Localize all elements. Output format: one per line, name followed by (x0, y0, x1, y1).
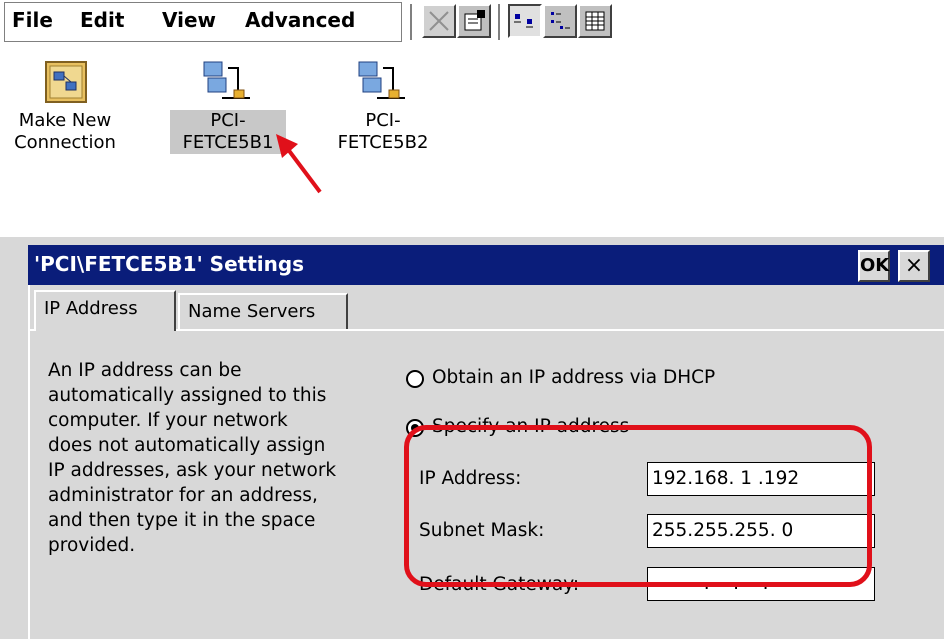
details-button[interactable] (578, 4, 612, 38)
dialog-titlebar: 'PCI\FETCE5B1' Settings OK × (28, 245, 944, 285)
toolbar-separator (498, 4, 501, 40)
adapter-pci-fetce5b2[interactable]: PCI- FETCE5B2 (318, 58, 448, 154)
desktop-item-label: FETCE5B1 (170, 132, 286, 154)
make-connection-icon (45, 61, 87, 103)
delete-icon (429, 11, 449, 31)
delete-button[interactable] (422, 4, 456, 38)
close-button[interactable]: × (898, 250, 930, 282)
tab-ip-address[interactable]: IP Address (34, 290, 176, 331)
dialog-title: 'PCI\FETCE5B1' Settings (34, 252, 305, 276)
desktop-item-label: Connection (14, 132, 116, 153)
network-adapter-icon (358, 61, 405, 99)
menu-edit[interactable]: Edit (80, 8, 124, 32)
menu-file[interactable]: File (12, 8, 53, 32)
menu-bar: File Edit View Advanced (0, 0, 944, 44)
dhcp-option[interactable]: Obtain an IP address via DHCP (406, 367, 806, 391)
description-text: An IP address can be automatically assig… (48, 360, 337, 556)
dhcp-radio[interactable] (406, 370, 424, 388)
large-icons-button[interactable] (508, 4, 542, 38)
large-icons-icon (514, 14, 533, 28)
desktop-item-label: FETCE5B2 (337, 132, 429, 153)
ok-button[interactable]: OK (858, 250, 890, 282)
settings-dialog: 'PCI\FETCE5B1' Settings OK × IP Address … (0, 237, 944, 639)
desktop-item-label: PCI- (170, 110, 286, 132)
annotation-arrow (276, 134, 322, 194)
dhcp-label: Obtain an IP address via DHCP (432, 367, 716, 388)
make-new-connection[interactable]: Make New Connection (0, 58, 130, 154)
menu-view[interactable]: View (162, 8, 216, 32)
menu-advanced[interactable]: Advanced (245, 8, 355, 32)
desktop-item-label: Make New (18, 110, 112, 131)
properties-button[interactable] (457, 4, 491, 38)
small-icons-button[interactable] (543, 4, 577, 38)
small-icons-icon (551, 12, 570, 29)
tab-name-servers[interactable]: Name Servers (178, 293, 348, 329)
toolbar-separator (410, 4, 413, 40)
network-adapter-icon (203, 61, 250, 99)
highlight-box (404, 425, 872, 587)
details-icon (585, 11, 605, 31)
desktop-item-label: PCI- (365, 110, 401, 131)
properties-icon (464, 10, 485, 31)
